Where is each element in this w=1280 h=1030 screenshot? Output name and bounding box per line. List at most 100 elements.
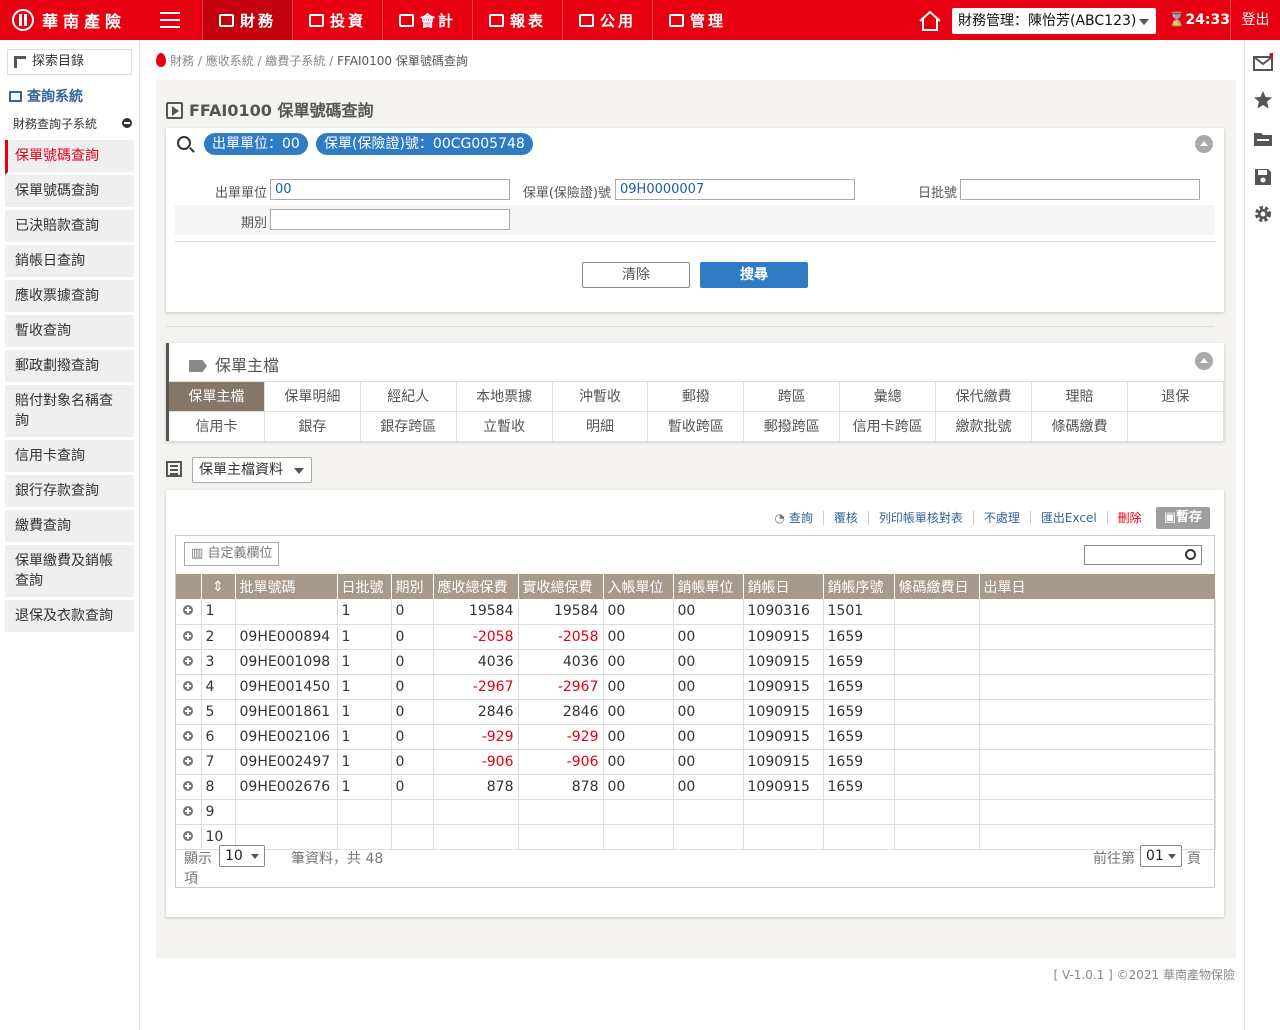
sidebar-item-5[interactable]: 暫收查詢 [5,315,134,350]
clear-button[interactable]: 清除 [582,262,690,288]
tab-row2-4[interactable]: 明細 [552,412,649,442]
table-row[interactable]: 8 09HE002676 1 0 878 878 00 00 1090915 1659 [176,774,1216,800]
tab-row1-5[interactable]: 郵撥 [648,382,745,412]
collapse-minus-icon[interactable] [122,118,132,128]
skip-link[interactable]: 不處理 [974,511,1031,525]
filter-pill-policy[interactable]: 保單(保險證)號：00CG005748 [316,133,533,155]
table-row[interactable]: 5 09HE001861 1 0 2846 2846 00 00 1090915 1659 [176,699,1216,725]
delete-link[interactable]: 刪除 [1108,511,1152,525]
expand-plus-icon[interactable] [183,630,194,641]
star-icon[interactable] [1253,90,1273,110]
logo[interactable]: 華南產險 [12,8,126,32]
unit-input[interactable]: 00 [270,179,510,200]
table-row[interactable]: 9 [176,799,1216,825]
expand-cell[interactable] [176,724,202,750]
batch-input[interactable] [960,179,1200,200]
gear-icon[interactable] [1253,204,1273,224]
mail-icon[interactable] [1253,53,1273,73]
nav-item-3[interactable]: 報表 [472,0,562,40]
query-link[interactable]: ◔ 查詢 [765,511,824,525]
expand-cell[interactable] [176,649,202,675]
policy-input[interactable]: 09H0000007 [615,179,855,200]
role-select[interactable]: 財務管理：陳怡芳(ABC123) [952,8,1156,34]
nav-item-5[interactable]: 管理 [652,0,742,40]
collapse-tabs-icon[interactable] [1195,352,1213,370]
expand-cell[interactable] [176,599,202,625]
tab-row1-2[interactable]: 經紀人 [360,382,457,412]
tab-row1-3[interactable]: 本地票據 [456,382,553,412]
tab-row1-10[interactable]: 退保 [1127,382,1224,412]
nav-item-2[interactable]: 會計 [382,0,472,40]
column-header[interactable]: 批單號碼 [235,574,338,599]
data-select[interactable]: 保單主檔資料 [192,457,312,483]
expand-plus-icon[interactable] [183,705,194,716]
hamburger-menu-icon[interactable] [160,12,180,28]
page-size-select[interactable]: 10 [219,845,265,867]
tab-row1-0[interactable]: 保單主檔 [169,382,265,412]
filter-pill-unit[interactable]: 出單單位：00 [204,133,308,155]
sidebar-item-9[interactable]: 銀行存款查詢 [5,475,134,510]
tab-row1-4[interactable]: 沖暫收 [552,382,649,412]
sidebar-item-7[interactable]: 賠付對象名稱查詢 [5,385,134,440]
table-row[interactable]: 4 09HE001450 1 0 -2967 -2967 00 00 1090915 1659 [176,674,1216,700]
expand-plus-icon[interactable] [183,680,194,691]
tab-row1-1[interactable]: 保單明細 [264,382,361,412]
tab-row1-7[interactable]: 彙總 [840,382,937,412]
tab-row2-9[interactable]: 條碼繳費 [1032,412,1128,442]
tab-row2-0[interactable]: 信用卡 [169,412,265,442]
table-row[interactable]: 10 [176,824,1216,850]
system-title[interactable]: 查詢系統 [9,86,83,106]
home-icon[interactable] [918,10,942,32]
sidebar-item-2[interactable]: 已決賠款查詢 [5,210,134,245]
table-row[interactable]: 2 09HE000894 1 0 -2058 -2058 00 00 1090915 1659 [176,624,1216,650]
tab-row1-9[interactable]: 理賠 [1032,382,1128,412]
explore-directory[interactable]: 探索目錄 [7,49,132,75]
search-button[interactable]: 搜尋 [700,262,808,288]
sidebar-item-11[interactable]: 保單繳費及銷帳查詢 [5,545,134,600]
table-row[interactable]: 6 09HE002106 1 0 -929 -929 00 00 1090915 1659 [176,724,1216,750]
sidebar-item-1[interactable]: 保單號碼查詢 [5,175,134,210]
tab-row2-7[interactable]: 信用卡跨區 [840,412,937,442]
column-header[interactable]: 出單日 [979,574,1216,599]
expand-plus-icon[interactable] [183,830,194,841]
logout-button[interactable]: 登出 [1230,0,1280,40]
tab-row2-1[interactable]: 銀存 [264,412,361,442]
collapse-search-icon[interactable] [1195,135,1213,153]
expand-plus-icon[interactable] [183,605,194,616]
tab-row2-2[interactable]: 銀存跨區 [360,412,457,442]
column-header[interactable]: 銷帳序號 [823,574,895,599]
page-select[interactable]: 01 [1140,845,1182,867]
save-icon[interactable] [1253,167,1273,187]
sidebar-item-8[interactable]: 信用卡查詢 [5,440,134,475]
nav-item-4[interactable]: 公用 [562,0,652,40]
expand-cell[interactable] [176,674,202,700]
sort-icon[interactable]: ⇕ [201,574,236,599]
breadcrumb-item[interactable]: 繳費子系統 [265,54,325,68]
export-excel-link[interactable]: 匯出Excel [1031,511,1108,525]
column-header[interactable]: 期別 [391,574,434,599]
table-row[interactable]: 1 1 0 19584 19584 00 00 1090316 1501 [176,599,1216,625]
breadcrumb-item[interactable]: 財務 [170,54,194,68]
column-header[interactable]: 銷帳日 [743,574,824,599]
tab-row2-3[interactable]: 立暫收 [456,412,553,442]
print-link[interactable]: 列印帳單核對表 [869,511,974,525]
tab-row1-8[interactable]: 保代繳費 [936,382,1033,412]
expand-cell[interactable] [176,824,202,850]
expand-plus-icon[interactable] [183,655,194,666]
review-link[interactable]: 覆核 [824,511,869,525]
nav-item-1[interactable]: 投資 [292,0,382,40]
breadcrumb-item[interactable]: 應收系統 [206,54,254,68]
nav-item-0[interactable]: 財務 [202,0,292,40]
sidebar-item-3[interactable]: 銷帳日查詢 [5,245,134,280]
column-header[interactable]: 實收總保費 [518,574,604,599]
expand-cell[interactable] [176,699,202,725]
sidebar-item-6[interactable]: 郵政劃撥查詢 [5,350,134,385]
expand-cell[interactable] [176,774,202,800]
grid-search-input[interactable] [1084,545,1202,565]
expand-plus-icon[interactable] [183,805,194,816]
column-header[interactable]: 條碼繳費日 [894,574,980,599]
subsystem-title[interactable]: 財務查詢子系統 [13,115,97,132]
save-draft-button[interactable]: ▣暫存 [1155,507,1210,529]
folder-icon[interactable] [1253,129,1273,149]
expand-plus-icon[interactable] [183,730,194,741]
